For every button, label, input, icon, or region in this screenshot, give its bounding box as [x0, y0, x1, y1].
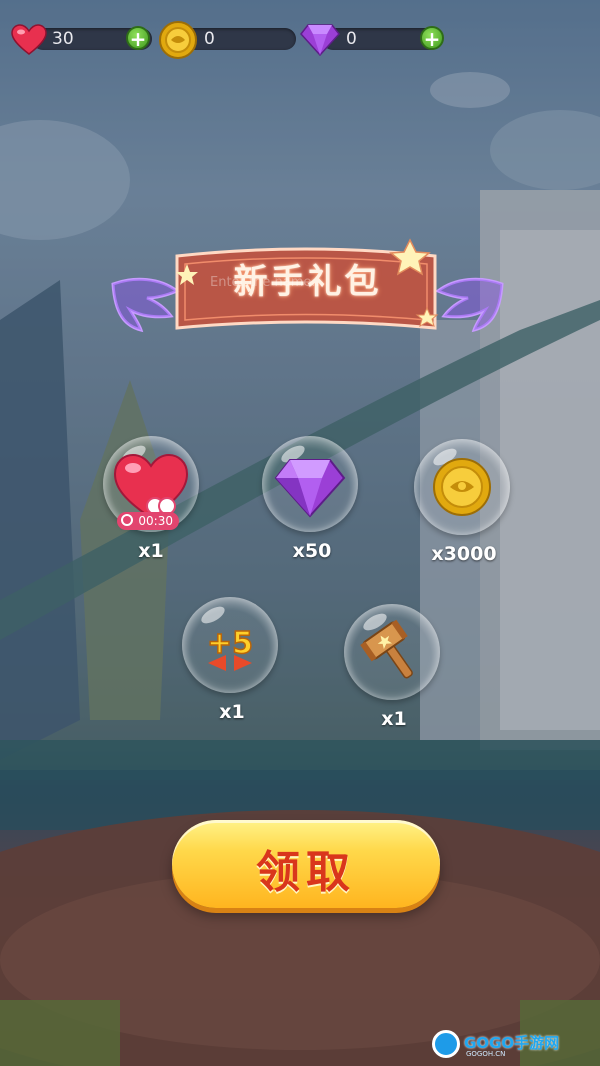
- reward-count: x3000: [431, 543, 497, 565]
- heart-icon: [11, 24, 47, 55]
- reward-diamond: x50: [262, 436, 362, 566]
- coins-value: 0: [204, 29, 215, 49]
- reward-heart: 00:30 x1: [103, 436, 203, 566]
- add-gems-button[interactable]: +: [420, 26, 444, 50]
- reward-hammer: x1: [344, 604, 444, 734]
- name-placeholder-ghost: Enter the name...: [210, 275, 324, 290]
- reward-count: x1: [219, 701, 245, 723]
- hammer-icon: [360, 619, 413, 679]
- claim-button[interactable]: 领取: [172, 820, 440, 908]
- coin-icon: [159, 21, 197, 59]
- clock-icon: [121, 514, 133, 526]
- reward-count: x1: [138, 540, 164, 562]
- watermark-logo: [432, 1030, 460, 1058]
- diamond-icon: [274, 459, 346, 518]
- gems-counter: 0 +: [300, 24, 450, 56]
- plus-five-moves-icon: +5: [206, 625, 254, 671]
- watermark-subtext: GOGOH.CN: [466, 1050, 506, 1058]
- claim-button-label: 领取: [256, 847, 356, 898]
- lives-counter: 30 +: [10, 24, 155, 55]
- coins-counter: 0: [158, 21, 298, 59]
- game-screen: 30 + 0 0 + 新手礼包 Enter the name... 00:30 …: [0, 0, 600, 1066]
- coin-icon: [433, 458, 491, 516]
- timer-value: 00:30: [138, 514, 173, 528]
- title-banner: 新手礼包: [105, 236, 510, 348]
- lives-value: 30: [52, 29, 74, 49]
- reward-count: x1: [381, 708, 407, 730]
- reward-coin: x3000: [414, 439, 514, 569]
- diamond-icon: [300, 24, 340, 56]
- timer-badge: 00:30: [117, 512, 179, 530]
- reward-plus-five-moves: +5 x1: [182, 597, 282, 727]
- add-lives-button[interactable]: +: [126, 26, 150, 50]
- gems-value: 0: [346, 29, 357, 49]
- reward-count: x50: [292, 540, 332, 562]
- plus-five-text: +5: [207, 626, 253, 661]
